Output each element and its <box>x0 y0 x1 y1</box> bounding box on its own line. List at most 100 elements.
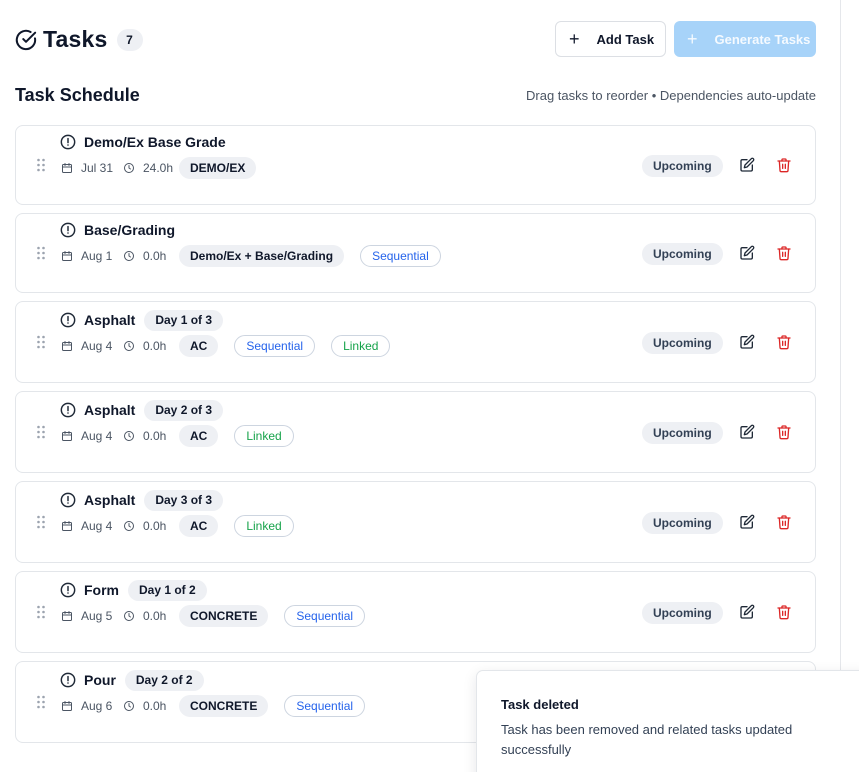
reorder-hint: Drag tasks to reorder • Dependencies aut… <box>526 88 816 103</box>
task-card[interactable]: Asphalt Day 3 of 3 Aug 4 0.0h AC Linked Upcomi… <box>15 481 816 563</box>
calendar-icon <box>61 430 77 442</box>
alert-circle-icon <box>60 134 76 150</box>
category-badge: AC <box>179 335 219 357</box>
grip-vertical-icon[interactable] <box>36 605 46 619</box>
plus-icon: + <box>569 29 580 49</box>
alert-circle-icon <box>60 402 76 418</box>
linked-badge: Linked <box>331 335 391 357</box>
panel-divider <box>840 0 841 772</box>
task-meta-row: Jul 31 24.0h DEMO/EX <box>61 157 272 179</box>
add-task-label: Add Task <box>596 31 655 47</box>
trash-icon[interactable] <box>776 334 792 350</box>
task-title-row: Asphalt Day 1 of 3 <box>84 309 224 331</box>
category-badge: Demo/Ex + Base/Grading <box>179 245 345 267</box>
linked-badge: Linked <box>234 515 294 537</box>
task-duration-text: 0.0h <box>143 249 167 263</box>
task-date-text: Jul 31 <box>81 161 114 175</box>
task-meta-row: Aug 4 0.0h AC Linked <box>61 515 310 537</box>
generate-tasks-button[interactable]: + Generate Tasks <box>674 21 816 57</box>
task-meta-row: Aug 6 0.0h CONCRETE Sequential <box>61 695 381 717</box>
grip-vertical-icon[interactable] <box>36 515 46 529</box>
task-name: Pour <box>84 672 116 688</box>
status-badge: Upcoming <box>642 602 723 624</box>
category-badge: CONCRETE <box>179 605 269 627</box>
sequential-badge: Sequential <box>284 605 366 627</box>
add-task-button[interactable]: + Add Task <box>555 21 666 57</box>
task-duration-text: 0.0h <box>143 699 167 713</box>
clock-icon <box>123 700 139 712</box>
task-name: Base/Grading <box>84 222 176 238</box>
task-duration-text: 0.0h <box>143 609 167 623</box>
task-date-text: Aug 4 <box>81 339 113 353</box>
task-card[interactable]: Asphalt Day 2 of 3 Aug 4 0.0h AC Linked Upcomi… <box>15 391 816 473</box>
task-duration: 0.0h <box>123 699 179 713</box>
calendar-icon <box>61 340 77 352</box>
task-date-text: Aug 4 <box>81 429 113 443</box>
title-wrap: Tasks 7 <box>15 26 143 53</box>
calendar-icon <box>61 610 77 622</box>
grip-vertical-icon[interactable] <box>36 695 46 709</box>
task-card[interactable]: Base/Grading Aug 1 0.0h Demo/Ex + Base/Grad… <box>15 213 816 293</box>
task-card[interactable]: Demo/Ex Base Grade Jul 31 24.0h DEMO/EX Upco… <box>15 125 816 205</box>
task-name: Asphalt <box>84 492 136 508</box>
calendar-icon <box>61 520 77 532</box>
trash-icon[interactable] <box>776 424 792 440</box>
alert-circle-icon <box>60 672 76 688</box>
edit-icon[interactable] <box>739 514 755 530</box>
page-title: Tasks <box>43 26 108 52</box>
day-label-badge: Day 2 of 2 <box>124 669 204 691</box>
grip-vertical-icon[interactable] <box>36 246 46 260</box>
task-name: Form <box>84 582 119 598</box>
sequential-badge: Sequential <box>234 335 316 357</box>
task-duration: 0.0h <box>123 249 179 263</box>
task-title-row: Asphalt Day 2 of 3 <box>84 399 224 421</box>
task-date: Aug 6 <box>61 699 123 713</box>
status-badge: Upcoming <box>642 155 723 177</box>
toast-notification: Task deleted Task has been removed and r… <box>476 670 859 772</box>
status-badge: Upcoming <box>642 332 723 354</box>
task-count-badge: 7 <box>116 28 143 51</box>
task-duration-text: 0.0h <box>143 429 167 443</box>
task-title-row: Asphalt Day 3 of 3 <box>84 489 224 511</box>
calendar-icon <box>61 162 77 174</box>
task-date: Aug 4 <box>61 339 123 353</box>
day-label-badge: Day 1 of 3 <box>144 309 224 331</box>
category-badge: CONCRETE <box>179 695 269 717</box>
grip-vertical-icon[interactable] <box>36 158 46 172</box>
task-date-text: Aug 5 <box>81 609 113 623</box>
task-card[interactable]: Form Day 1 of 2 Aug 5 0.0h CONCRETE Sequentia… <box>15 571 816 653</box>
alert-circle-icon <box>60 582 76 598</box>
trash-icon[interactable] <box>776 245 792 261</box>
trash-icon[interactable] <box>776 604 792 620</box>
status-badge: Upcoming <box>642 512 723 534</box>
toast-title: Task deleted <box>501 697 579 712</box>
task-duration: 0.0h <box>123 519 179 533</box>
task-title-row: Base/Grading <box>84 219 175 241</box>
clock-icon <box>123 430 139 442</box>
clock-icon <box>123 610 139 622</box>
task-duration: 0.0h <box>123 429 179 443</box>
edit-icon[interactable] <box>739 245 755 261</box>
trash-icon[interactable] <box>776 514 792 530</box>
day-label-badge: Day 2 of 3 <box>144 399 224 421</box>
grip-vertical-icon[interactable] <box>36 335 46 349</box>
task-duration: 0.0h <box>123 609 179 623</box>
task-date: Aug 4 <box>61 429 123 443</box>
task-duration-text: 0.0h <box>143 339 167 353</box>
edit-icon[interactable] <box>739 424 755 440</box>
edit-icon[interactable] <box>739 157 755 173</box>
task-name: Demo/Ex Base Grade <box>84 134 226 150</box>
trash-icon[interactable] <box>776 157 792 173</box>
edit-icon[interactable] <box>739 334 755 350</box>
sequential-badge: Sequential <box>360 245 441 267</box>
task-card[interactable]: Asphalt Day 1 of 3 Aug 4 0.0h AC Sequential Li… <box>15 301 816 383</box>
toast-description: Task has been removed and related tasks … <box>501 722 793 757</box>
sequential-badge: Sequential <box>284 695 366 717</box>
task-duration-text: 0.0h <box>143 519 167 533</box>
grip-vertical-icon[interactable] <box>36 425 46 439</box>
calendar-icon <box>61 700 77 712</box>
task-title-row: Form Day 1 of 2 <box>84 579 207 601</box>
edit-icon[interactable] <box>739 604 755 620</box>
task-title-row: Pour Day 2 of 2 <box>84 669 204 691</box>
task-name: Asphalt <box>84 312 136 328</box>
